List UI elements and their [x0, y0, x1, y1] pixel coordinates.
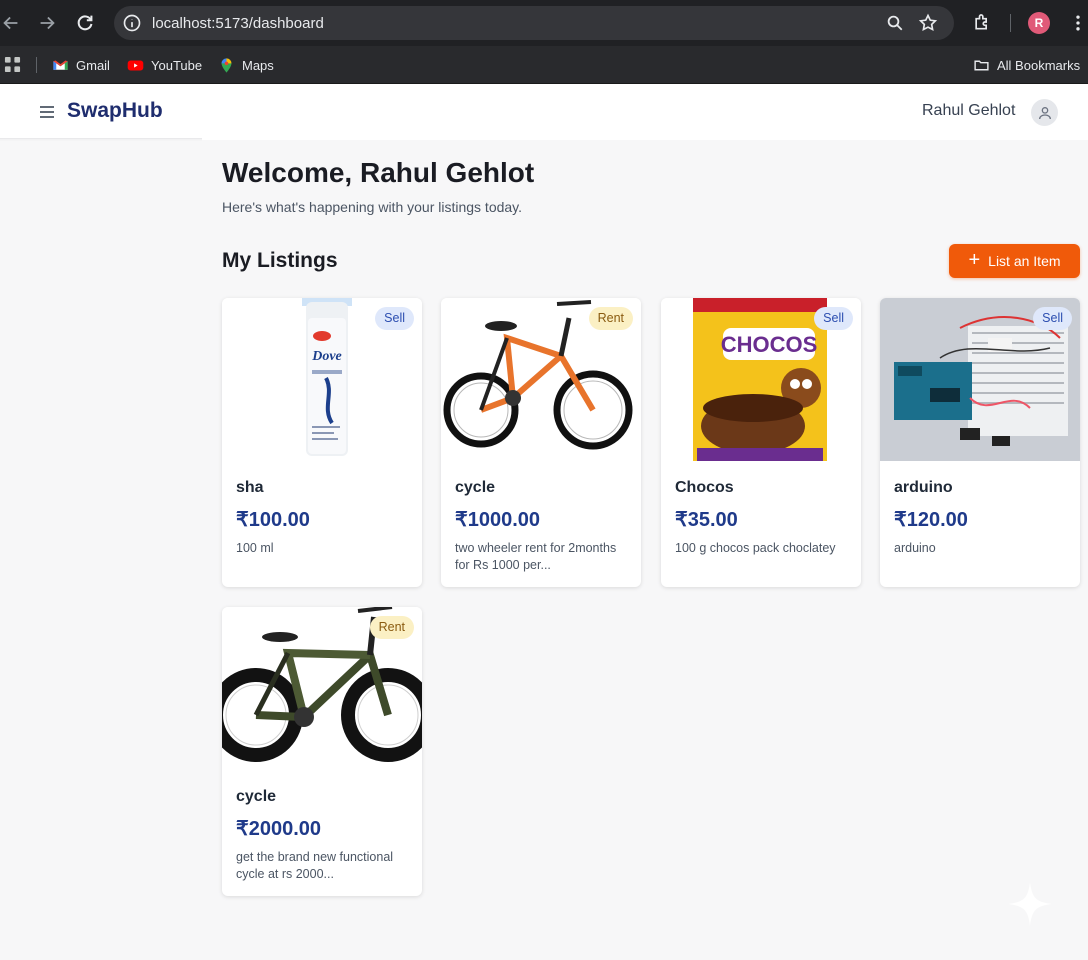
plus-icon: + [968, 249, 981, 271]
bookmark-gmail[interactable]: Gmail [52, 55, 110, 75]
svg-text:Dove: Dove [311, 349, 342, 364]
brand-logo[interactable]: SwapHub [67, 99, 163, 123]
listing-title: Chocos [675, 479, 734, 496]
bookmark-youtube[interactable]: YouTube [127, 55, 202, 75]
list-item-button-label: List an Item [988, 253, 1061, 269]
listing-type-badge: Rent [588, 307, 633, 330]
list-item-button[interactable]: + List an Item [949, 244, 1080, 278]
hamburger-menu-icon[interactable] [38, 103, 56, 121]
listing-title: sha [236, 479, 264, 496]
toolbar-divider [1010, 14, 1011, 32]
listing-card[interactable]: Rent cycle ₹2000.00 get the brand new fu… [222, 607, 422, 896]
back-arrow-icon[interactable] [0, 12, 22, 34]
more-menu-icon[interactable] [1068, 13, 1088, 33]
bookmark-star-icon[interactable] [918, 13, 938, 33]
forward-arrow-icon[interactable] [36, 12, 58, 34]
bookmark-label: Maps [242, 57, 274, 73]
zoom-icon[interactable] [886, 14, 904, 32]
sparkle-icon [1006, 880, 1054, 928]
listing-title: cycle [455, 479, 496, 496]
bookmark-label: Gmail [76, 57, 110, 73]
youtube-icon [127, 60, 144, 70]
listing-card[interactable]: Rent cycle ₹1000.00 two wheeler rent for… [441, 298, 641, 587]
all-bookmarks-label: All Bookmarks [997, 57, 1081, 73]
gmail-icon [53, 60, 68, 70]
listing-description: 100 g chocos pack choclatey [675, 541, 836, 555]
reload-icon[interactable] [74, 12, 96, 34]
site-info-icon[interactable] [122, 13, 142, 33]
listing-type-badge: Sell [814, 307, 853, 330]
listing-description: two wheeler rent for 2months for Rs 1000… [455, 541, 617, 572]
extensions-puzzle-icon[interactable] [972, 12, 992, 32]
svg-text:CHOCOS: CHOCOS [721, 332, 818, 357]
listing-card[interactable]: CHOCOS Sell Chocos ₹35.00 100 g chocos p… [661, 298, 861, 587]
user-name[interactable]: Rahul Gehlot [922, 102, 1015, 120]
all-bookmarks[interactable]: All Bookmarks [973, 55, 1080, 75]
listing-type-badge: Sell [375, 307, 414, 330]
user-avatar[interactable] [1031, 99, 1058, 126]
bookmarks-bar: Gmail YouTube Maps All Bookmarks [0, 46, 1088, 84]
listing-description: 100 ml [236, 541, 274, 555]
address-bar[interactable]: localhost:5173/dashboard [114, 6, 954, 40]
listing-description: get the brand new functional cycle at rs… [236, 850, 394, 881]
bookmark-label: YouTube [151, 57, 203, 73]
user-icon [1038, 106, 1051, 119]
listing-description: arduino [894, 541, 936, 555]
welcome-subtitle: Here's what's happening with your listin… [222, 199, 523, 215]
welcome-heading: Welcome, Rahul Gehlot [222, 157, 535, 188]
bookmarks-divider [36, 57, 37, 73]
folder-icon [974, 60, 989, 70]
listing-price: ₹1000.00 [455, 509, 541, 531]
profile-avatar[interactable]: R [1028, 12, 1050, 34]
apps-grid-icon[interactable] [4, 56, 21, 73]
listing-price: ₹120.00 [894, 509, 968, 531]
bookmark-maps[interactable]: Maps [218, 55, 274, 75]
browser-toolbar: localhost:5173/dashboard R [0, 0, 1088, 46]
listing-title: arduino [894, 479, 953, 496]
url-text: localhost:5173/dashboard [152, 15, 324, 32]
listing-type-badge: Sell [1033, 307, 1072, 330]
listing-card[interactable]: Sell arduino ₹120.00 arduino [880, 298, 1080, 587]
listing-price: ₹100.00 [236, 509, 310, 531]
my-listings-heading: My Listings [222, 249, 338, 272]
listing-type-badge: Rent [369, 616, 414, 639]
sidebar-edge-shadow [0, 138, 202, 141]
maps-icon [221, 57, 232, 73]
listing-price: ₹35.00 [675, 509, 738, 531]
listing-title: cycle [236, 788, 277, 805]
listing-price: ₹2000.00 [236, 818, 322, 840]
listing-card[interactable]: Dove Sell sha ₹100.00 100 ml [222, 298, 422, 587]
